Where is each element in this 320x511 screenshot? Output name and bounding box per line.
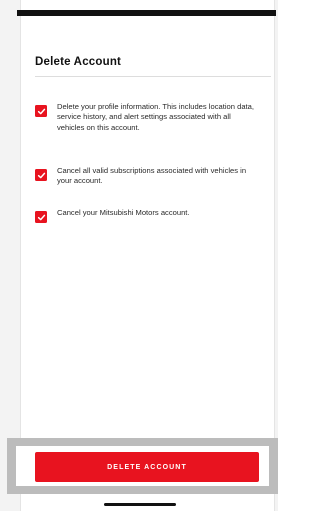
left-edge bbox=[0, 0, 21, 511]
checkbox-cancel-subscriptions[interactable] bbox=[35, 169, 47, 181]
checklist-item-label: Cancel your Mitsubishi Motors account. bbox=[57, 208, 190, 217]
delete-account-button[interactable]: DELETE ACCOUNT bbox=[35, 452, 259, 482]
checklist-item-label: Delete your profile information. This in… bbox=[57, 102, 254, 132]
page-title: Delete Account bbox=[35, 56, 122, 68]
checkmark-icon bbox=[37, 214, 45, 220]
checkbox-delete-profile[interactable] bbox=[35, 105, 47, 117]
checklist-item-cancel-account: Cancel your Mitsubishi Motors account. bbox=[35, 208, 260, 223]
home-indicator bbox=[104, 503, 176, 506]
title-divider bbox=[35, 76, 271, 77]
checkmark-icon bbox=[37, 108, 45, 114]
checklist-item-cancel-subscriptions: Cancel all valid subscriptions associate… bbox=[35, 166, 260, 187]
checkmark-icon bbox=[37, 172, 45, 178]
right-edge bbox=[274, 0, 278, 511]
checklist-item-delete-profile: Delete your profile information. This in… bbox=[35, 102, 260, 133]
checklist-item-label: Cancel all valid subscriptions associate… bbox=[57, 166, 247, 186]
top-bar bbox=[17, 10, 276, 16]
checkbox-cancel-account[interactable] bbox=[35, 211, 47, 223]
